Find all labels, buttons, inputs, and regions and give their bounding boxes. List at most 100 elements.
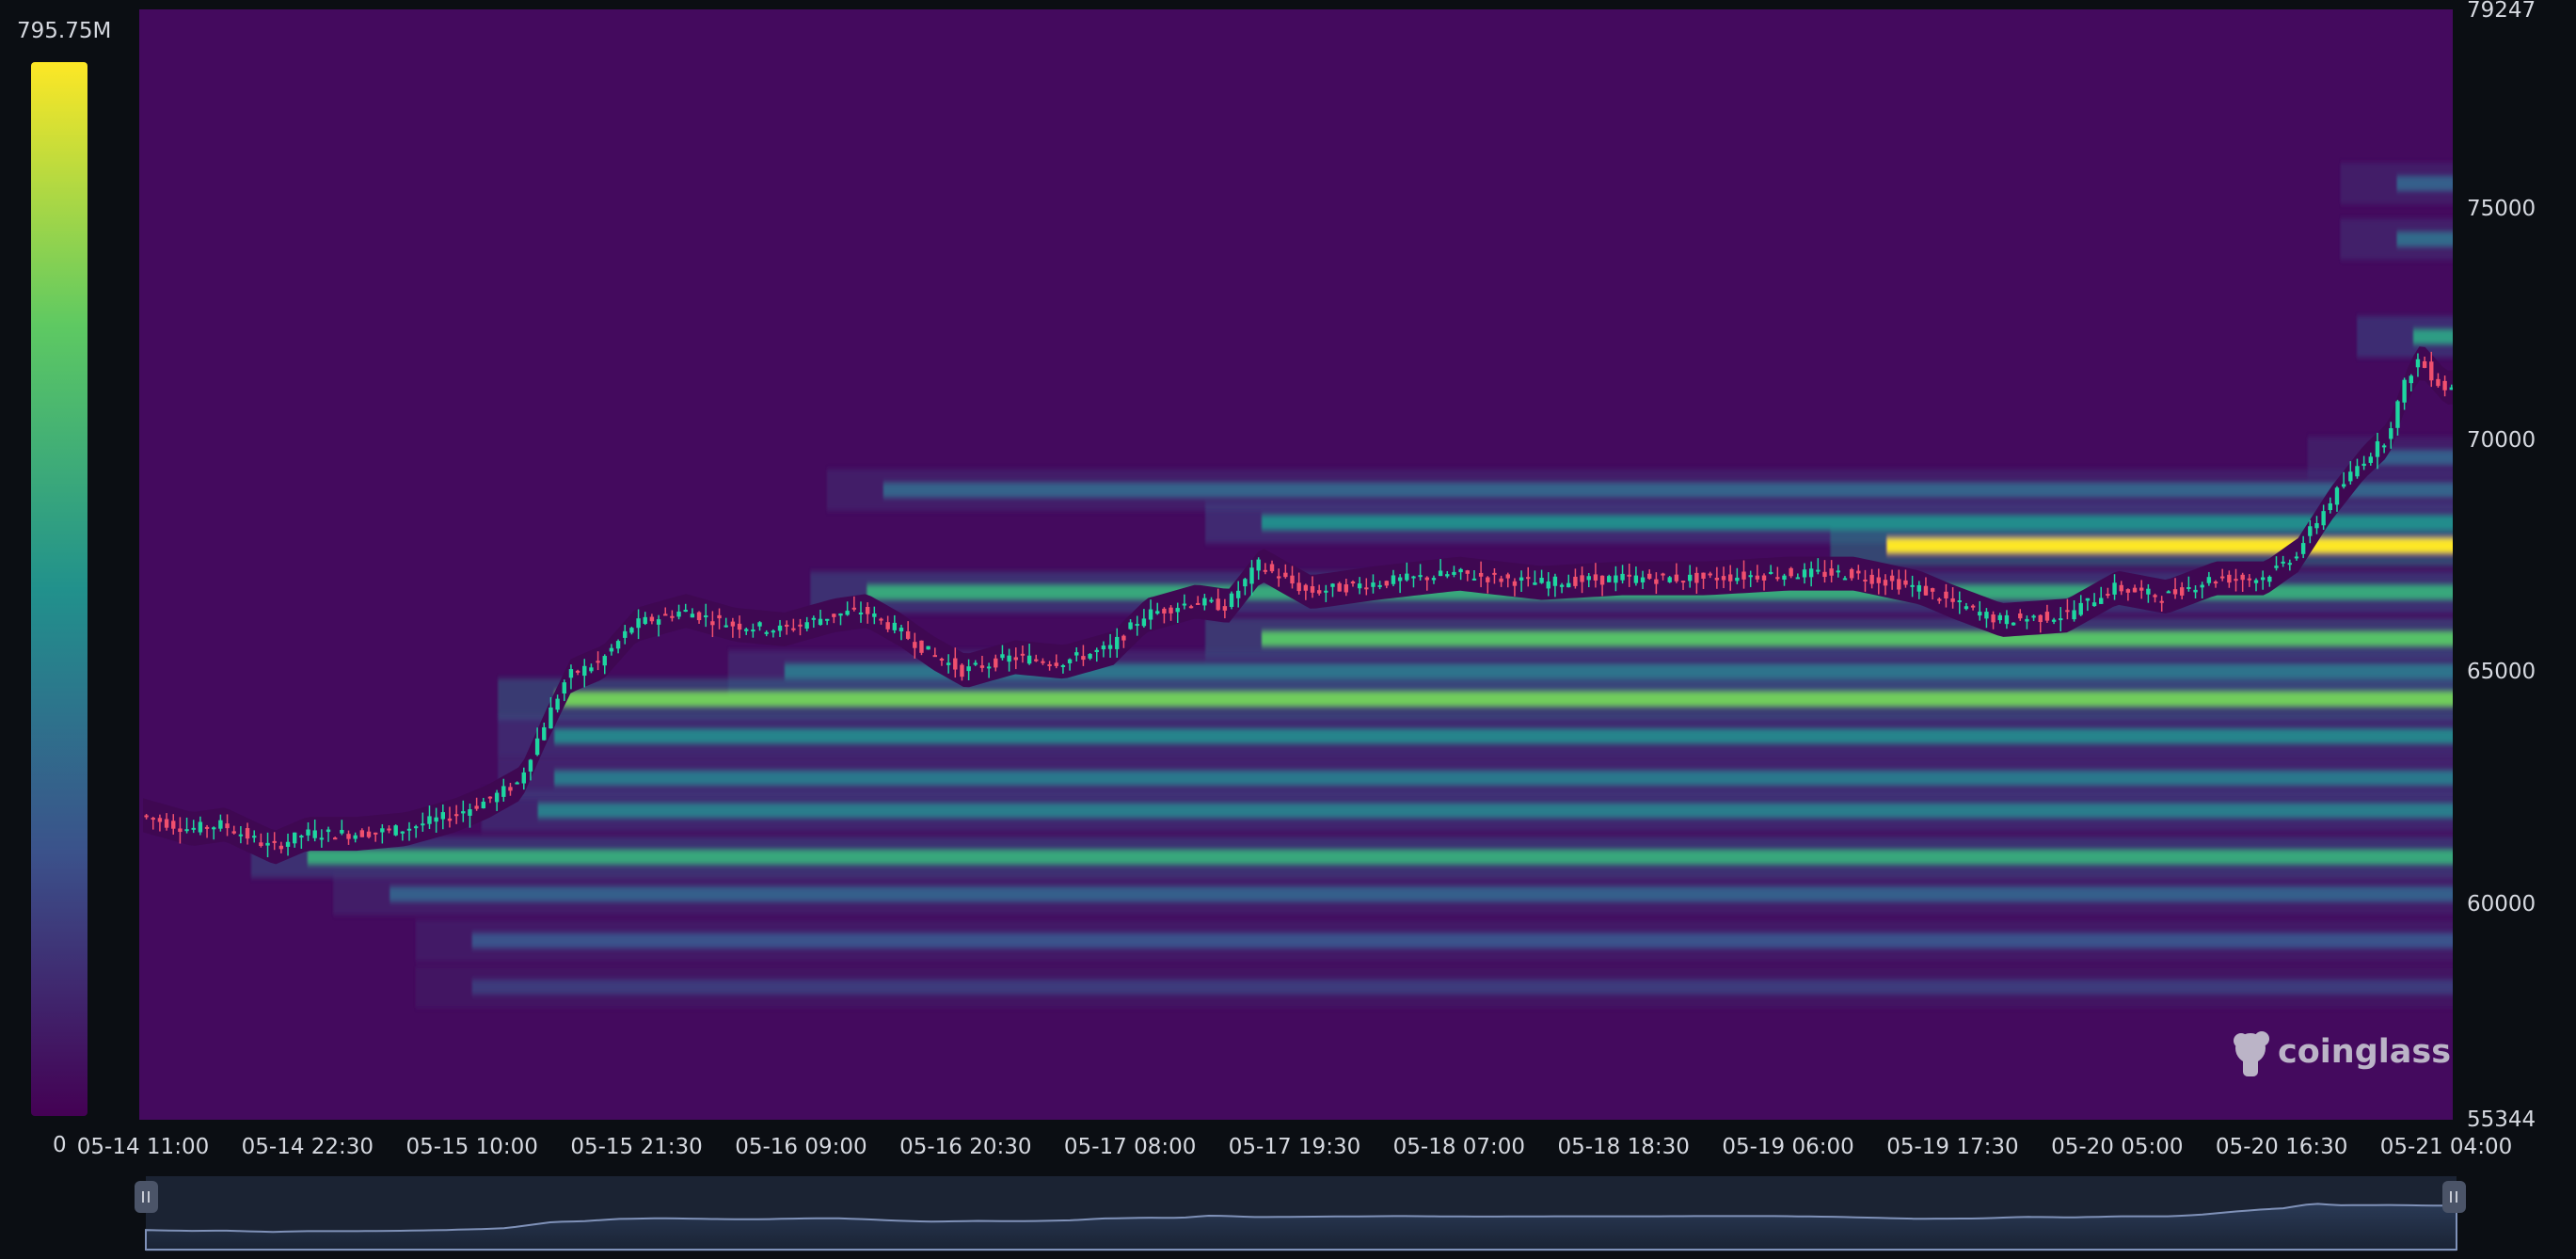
- x-tick-label: 05-19 17:30: [1886, 1135, 2018, 1159]
- candle-body: [2072, 610, 2076, 620]
- candle-body: [1816, 569, 1821, 572]
- candle-body: [1970, 605, 1976, 608]
- liquidity-band: [390, 886, 2453, 902]
- candle-body: [1458, 568, 1463, 573]
- candle-body: [704, 615, 708, 618]
- candle-body: [2355, 466, 2360, 477]
- candle-body: [1856, 570, 1861, 574]
- candle-body: [784, 624, 789, 627]
- candle-body: [2112, 582, 2117, 595]
- candle-body: [589, 667, 594, 672]
- candle-body: [791, 628, 796, 630]
- candle-body: [1296, 582, 1301, 592]
- candle-body: [804, 622, 809, 630]
- candle-body: [2557, 390, 2561, 396]
- y-tick-label: 65000: [2467, 660, 2536, 684]
- candle-body: [1984, 612, 1989, 619]
- candle-body: [1741, 571, 1746, 580]
- candle-body: [1688, 574, 1693, 582]
- candle-body: [1041, 661, 1045, 663]
- candle-body: [1533, 582, 1537, 585]
- candle-body: [946, 662, 951, 665]
- candle-body: [1196, 602, 1201, 605]
- candle-body: [818, 618, 823, 626]
- candle-body: [440, 812, 446, 820]
- candle-body: [1849, 568, 1854, 579]
- candle-body: [832, 614, 836, 617]
- liquidity-band: [471, 980, 2453, 996]
- candle-body: [1216, 598, 1220, 611]
- candle-body: [1088, 653, 1092, 659]
- candle-body: [663, 614, 668, 616]
- candle-body: [926, 645, 930, 650]
- candle-body: [2449, 387, 2453, 390]
- time-navigator[interactable]: [135, 1176, 2466, 1251]
- candle-body: [487, 796, 493, 799]
- candle-body: [2166, 591, 2171, 594]
- candle-body: [252, 836, 257, 838]
- candle-body: [151, 818, 155, 821]
- y-tick-label: 70000: [2467, 428, 2536, 453]
- candle-body: [1552, 576, 1558, 586]
- candle-body: [757, 622, 762, 627]
- candle-body: [1303, 584, 1309, 591]
- candle-body: [1316, 590, 1322, 594]
- candle-body: [811, 617, 817, 620]
- colorbar-max-label: 795.75M: [17, 19, 111, 43]
- candle-body: [1916, 584, 1921, 592]
- candle-body: [1081, 656, 1086, 661]
- x-tick-label: 05-18 07:00: [1393, 1135, 1525, 1159]
- candle-body: [1397, 577, 1403, 582]
- candle-body: [1937, 598, 1942, 601]
- candle-body: [2490, 382, 2494, 384]
- candle-body: [1007, 655, 1011, 662]
- y-axis: 79247 75000 70000 65000 60000 55344: [2467, 0, 2536, 1132]
- x-tick-label: 05-17 08:00: [1064, 1135, 1196, 1159]
- candle-body: [453, 814, 459, 817]
- candle-body: [387, 828, 391, 831]
- candle-body: [2227, 574, 2232, 583]
- liquidity-band: [554, 728, 2453, 744]
- candle-body: [1876, 577, 1882, 583]
- candle-body: [2389, 428, 2393, 439]
- candle-body: [2253, 580, 2259, 583]
- candle-body: [1263, 569, 1268, 572]
- candle-body: [1539, 578, 1544, 583]
- candle-body: [1633, 575, 1639, 583]
- candle-body: [1107, 645, 1113, 649]
- candle-body: [865, 607, 870, 614]
- candle-body: [1013, 657, 1018, 661]
- candle-body: [1438, 570, 1443, 577]
- candle-body: [373, 832, 378, 835]
- candle-body: [225, 823, 230, 829]
- candle-body: [1607, 576, 1612, 582]
- candle-body: [872, 614, 877, 617]
- candle-body: [164, 819, 169, 828]
- candle-body: [2085, 598, 2091, 601]
- candle-body: [994, 658, 998, 668]
- liquidation-heatmap-screen: 795.75M 0 79247 75000 70000 65000 60000 …: [0, 0, 2576, 1259]
- candle-body: [1175, 608, 1180, 613]
- candle-body: [2348, 471, 2353, 482]
- candle-body: [2395, 401, 2400, 428]
- candle-body: [1229, 593, 1234, 607]
- x-tick-label: 05-20 05:00: [2051, 1135, 2183, 1159]
- candle-body: [1863, 579, 1868, 582]
- navigator-right-handle[interactable]: [2442, 1181, 2466, 1213]
- candle-body: [1586, 576, 1591, 581]
- candle-body: [1350, 582, 1356, 584]
- candle-body: [1405, 573, 1409, 581]
- candle-body: [1714, 577, 1720, 581]
- candle-body: [939, 659, 945, 661]
- heatmap-plot-area: [139, 9, 2561, 1120]
- candle-body: [178, 828, 183, 833]
- liquidity-band: [2413, 328, 2453, 344]
- candle-body: [1290, 575, 1295, 584]
- candle-body: [1486, 577, 1490, 582]
- candle-body: [332, 837, 338, 840]
- navigator-left-handle[interactable]: [135, 1181, 158, 1213]
- candle-body: [1761, 575, 1767, 581]
- candle-body: [1337, 582, 1342, 592]
- candle-body: [2531, 388, 2535, 390]
- candle-body: [1324, 590, 1328, 593]
